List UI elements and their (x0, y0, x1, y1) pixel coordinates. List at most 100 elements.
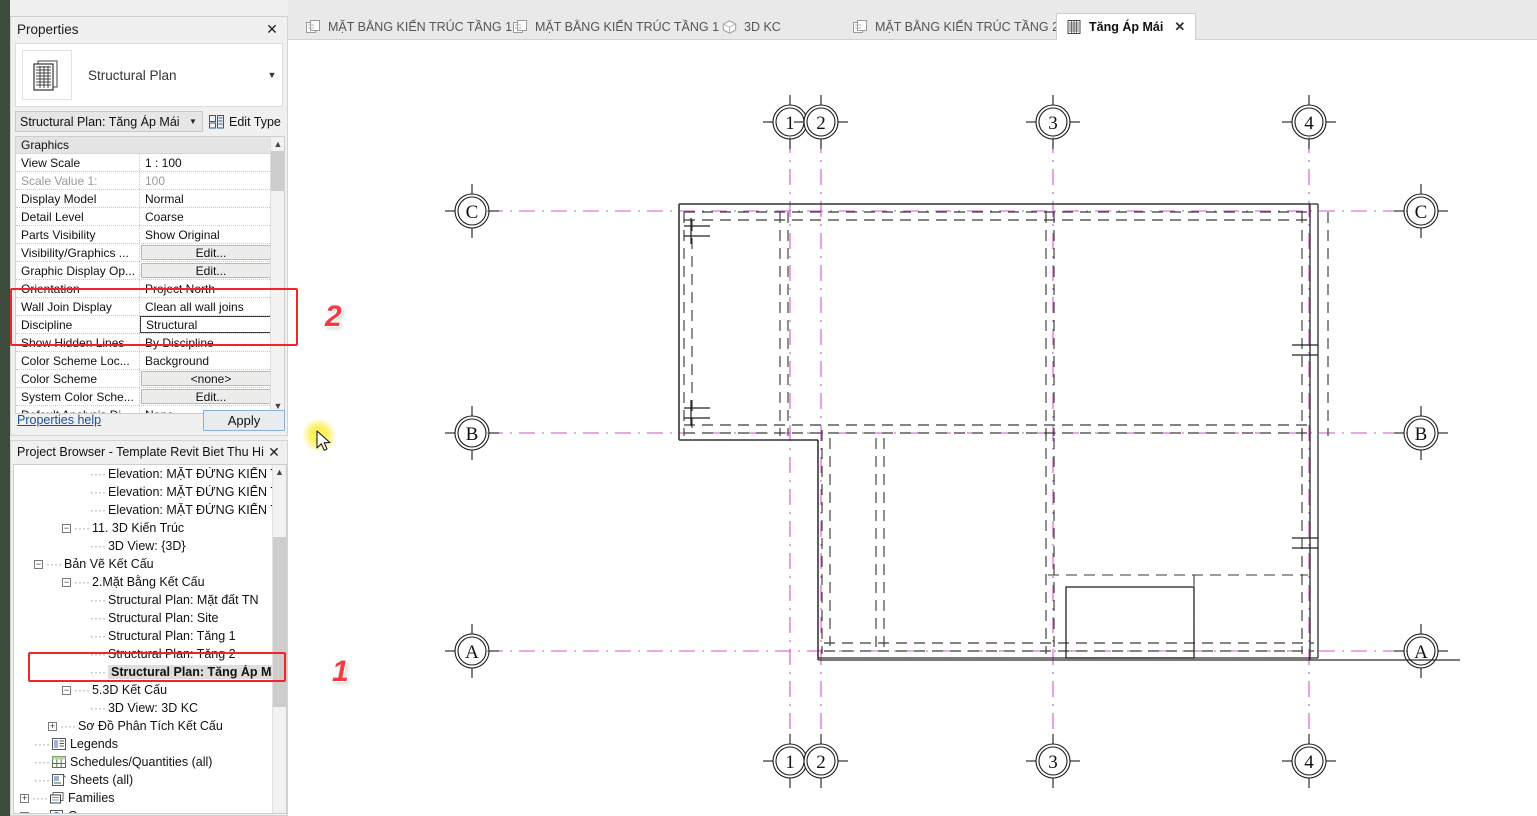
property-row[interactable]: Display Model Normal (16, 190, 284, 208)
scrollbar-thumb[interactable] (273, 537, 286, 707)
collapse-icon[interactable]: − (62, 523, 71, 533)
tree-connector: ···· (90, 701, 106, 715)
tree-item[interactable]: ···· Elevation: MẶT ĐỨNG KIẾN TRÚ (14, 483, 286, 501)
tree-connector: ···· (34, 773, 50, 787)
property-row[interactable]: Show Hidden Lines By Discipline (16, 334, 284, 352)
tree-connector: ···· (46, 557, 62, 571)
property-value[interactable]: Edit... (141, 245, 281, 260)
property-row[interactable]: Discipline Structural (16, 316, 284, 334)
properties-scrollbar[interactable]: ▲ ▼ (270, 137, 284, 413)
scroll-up-icon[interactable]: ▲ (271, 137, 284, 151)
property-name: Orientation (16, 280, 140, 297)
columns (684, 218, 1318, 549)
tree-item[interactable]: ···· Structural Plan: Site (14, 609, 286, 627)
tree-item[interactable]: ···· Elevation: MẶT ĐỨNG KIẾN TRÚ (14, 465, 286, 483)
apply-button[interactable]: Apply (203, 409, 285, 431)
property-value[interactable]: Edit... (141, 389, 281, 404)
property-row[interactable]: Color Scheme Loc... Background (16, 352, 284, 370)
tree-item[interactable]: ···· Structural Plan: Tăng 1 (14, 627, 286, 645)
property-value[interactable]: Coarse (140, 208, 284, 225)
drawing-canvas[interactable]: 1 2 3 4 1 2 3 4 C B A C B A (288, 40, 1537, 816)
property-row[interactable]: Wall Join Display Clean all wall joins (16, 298, 284, 316)
structural-plan-drawing: 1 2 3 4 1 2 3 4 C B A C B A (445, 95, 1460, 788)
property-value[interactable]: 1 : 100 (140, 154, 284, 171)
property-value[interactable]: Project North (140, 280, 284, 297)
scrollbar-thumb[interactable] (271, 151, 284, 191)
tree-connector: ···· (90, 467, 106, 481)
chevron-down-icon[interactable]: ▼ (184, 117, 202, 126)
tree-item[interactable]: ···· Elevation: MẶT ĐỨNG KIẾN TRÚ (14, 501, 286, 519)
tree-item[interactable]: − ···· 2.Mặt Bằng Kết Cấu (14, 573, 286, 591)
tree-item[interactable]: − ···· 11. 3D Kiến Trúc (14, 519, 286, 537)
property-value[interactable]: <none> (141, 371, 281, 386)
property-row[interactable]: System Color Sche... Edit... (16, 388, 284, 406)
project-browser-scrollbar[interactable]: ▲ (272, 465, 286, 813)
tree-item[interactable]: +···· Groups (14, 807, 286, 813)
property-row[interactable]: Visibility/Graphics ... Edit... (16, 244, 284, 262)
collapse-icon[interactable]: − (62, 685, 71, 695)
property-value[interactable]: Edit... (141, 263, 281, 278)
property-value[interactable]: Background (140, 352, 284, 369)
close-icon[interactable]: ✕ (265, 443, 283, 461)
tree-item[interactable]: ···· Structural Plan: Tăng 2 (14, 645, 286, 663)
expand-icon[interactable]: + (20, 793, 29, 803)
property-value[interactable]: Clean all wall joins (140, 298, 284, 315)
property-row[interactable]: View Scale 1 : 100 (16, 154, 284, 172)
collapse-icon[interactable]: − (34, 559, 43, 569)
tree-item[interactable]: ···· Schedules/Quantities (all) (14, 753, 286, 771)
close-icon[interactable]: ✕ (263, 20, 281, 38)
view-tab[interactable]: MẶT BẰNG KIẾN TRÚC TẦNG 1 (503, 14, 729, 40)
property-row[interactable]: Graphic Display Op... Edit... (16, 262, 284, 280)
svg-text:4: 4 (1304, 752, 1314, 773)
project-browser-tree[interactable]: ···· Elevation: MẶT ĐỨNG KIẾN TRÚ ···· Elev… (13, 464, 287, 814)
type-selector[interactable]: Structural Plan ▼ (15, 43, 283, 107)
3d-view-icon (722, 20, 737, 34)
view-tab[interactable]: MẶT BẰNG KIẾN TRÚC TẦNG 1 (296, 14, 522, 40)
slab-outline (678, 203, 1460, 661)
expand-icon[interactable]: + (48, 721, 57, 731)
property-row[interactable]: Scale Value 1: 100 (16, 172, 284, 190)
grid-bubble-bottom-4: 4 (1282, 734, 1336, 788)
tree-item[interactable]: ···· 3D View: 3D KC (14, 699, 286, 717)
close-icon[interactable]: ✕ (1174, 19, 1185, 35)
svg-text:B: B (1415, 424, 1428, 445)
property-row[interactable]: Detail Level Coarse (16, 208, 284, 226)
view-tab-active[interactable]: Tăng Áp Mái ✕ (1056, 13, 1197, 40)
property-row[interactable]: Color Scheme <none> (16, 370, 284, 388)
view-tab[interactable]: 3D KC (712, 14, 791, 40)
chevron-down-icon[interactable]: ▼ (262, 70, 282, 80)
tree-item[interactable]: ···· Legends (14, 735, 286, 753)
tree-item[interactable]: − ···· 5.3D Kết Cấu (14, 681, 286, 699)
property-value[interactable]: Structural (140, 316, 281, 333)
properties-group-header[interactable]: Graphics ▲ (16, 137, 284, 154)
view-tab-label: MẶT BẰNG KIẾN TRÚC TẦNG 1 (328, 20, 513, 34)
view-tab[interactable]: MẶT BẰNG KIẾN TRÚC TẦNG 2 (843, 14, 1069, 40)
property-value[interactable]: Normal (140, 190, 284, 207)
grid-bubble-bottom-2: 2 (803, 734, 848, 788)
tree-item-selected[interactable]: ···· Structural Plan: Tăng Áp Mái (14, 663, 286, 681)
property-value[interactable]: 100 (140, 172, 284, 189)
collapse-icon[interactable]: − (62, 577, 71, 587)
grid-lines (487, 137, 1410, 732)
property-value[interactable]: By Discipline (140, 334, 284, 351)
type-selector-combobox[interactable]: Structural Plan: Tăng Áp Mái ▼ (15, 111, 203, 132)
property-row[interactable]: Parts Visibility Show Original (16, 226, 284, 244)
tree-item[interactable]: + ···· Sơ Đồ Phân Tích Kết Cấu (14, 717, 286, 735)
tree-connector: ···· (32, 791, 48, 805)
expand-icon[interactable]: + (20, 811, 29, 813)
tree-item-label: Structural Plan: Site (107, 611, 219, 625)
tree-item[interactable]: + ···· Families (14, 789, 286, 807)
scroll-up-icon[interactable]: ▲ (273, 465, 286, 479)
tree-item[interactable]: ···· Structural Plan: Mặt đất TN (14, 591, 286, 609)
tree-item[interactable]: − ···· Bản Vẽ Kết Cấu (14, 555, 286, 573)
property-value[interactable]: Show Original (140, 226, 284, 243)
property-row[interactable]: Orientation Project North (16, 280, 284, 298)
properties-help-link[interactable]: Properties help (15, 413, 203, 427)
tree-item[interactable]: ···· Sheets (all) (14, 771, 286, 789)
edit-type-button[interactable]: Edit Type (207, 111, 283, 132)
tree-item[interactable]: ···· 3D View: {3D} (14, 537, 286, 555)
tree-item-label: 5.3D Kết Cấu (91, 683, 168, 697)
plan-view-icon (513, 20, 528, 34)
desktop-edge-strip (0, 0, 10, 816)
tree-item-label: Elevation: MẶT ĐỨNG KIẾN TRÚ (107, 467, 286, 481)
